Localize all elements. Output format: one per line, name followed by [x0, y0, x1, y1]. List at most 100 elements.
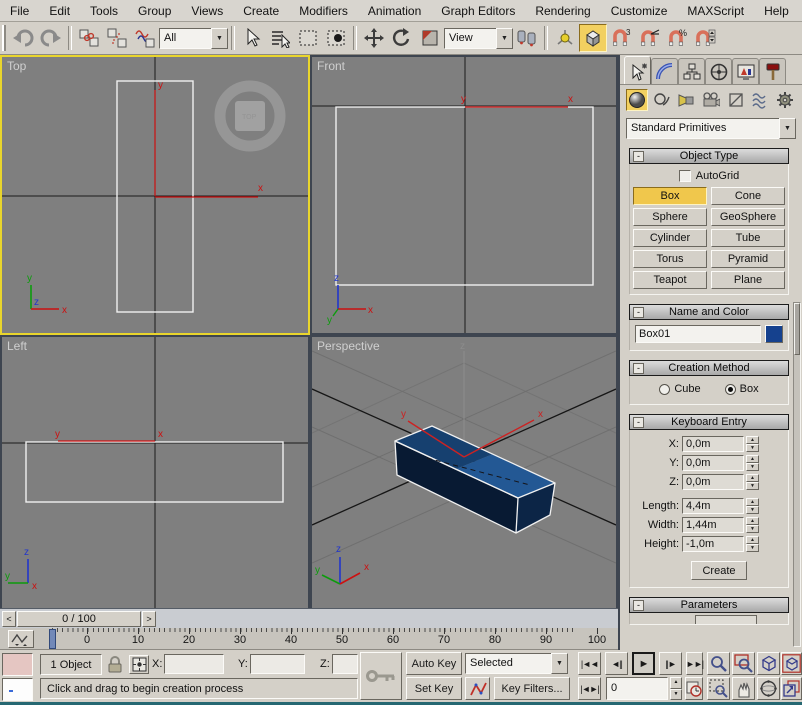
select-object-button[interactable] [238, 24, 266, 52]
category-systems[interactable] [774, 89, 796, 111]
tab-display[interactable] [732, 58, 759, 84]
primitive-button-cone[interactable]: Cone [711, 187, 785, 205]
menu-group[interactable]: Group [128, 1, 181, 21]
snap-toggle-3d-button[interactable]: 3 [607, 24, 635, 52]
menu-customize[interactable]: Customize [601, 1, 678, 21]
select-and-move-button[interactable] [360, 24, 388, 52]
menu-views[interactable]: Views [181, 1, 233, 21]
primitive-button-sphere[interactable]: Sphere [633, 208, 707, 226]
use-pivot-point-center-button[interactable] [513, 24, 541, 52]
bind-to-spacewarp-button[interactable] [131, 24, 159, 52]
scrollbar-handle[interactable] [794, 303, 800, 355]
key-filters-button[interactable]: Key Filters... [494, 677, 570, 700]
coord-y-field[interactable] [250, 654, 305, 674]
category-shapes[interactable] [651, 89, 673, 111]
menu-help[interactable]: Help [754, 1, 799, 21]
menu-tools[interactable]: Tools [80, 1, 128, 21]
reference-coordinate-system-dropdown[interactable]: View ▼ [444, 28, 513, 49]
primitives-category-dropdown[interactable]: Standard Primitives ▼ [626, 118, 796, 139]
default-in-out-tangents-button[interactable] [465, 677, 490, 700]
viewport-front[interactable]: Front y x z x y [312, 57, 616, 333]
category-geometry[interactable] [626, 89, 648, 111]
maxscript-listener-box[interactable] [2, 678, 33, 701]
primitive-button-tube[interactable]: Tube [711, 229, 785, 247]
category-cameras[interactable] [700, 89, 722, 111]
min-max-toggle-button[interactable] [781, 677, 802, 700]
frame-spinner[interactable]: ▲▼ [670, 677, 682, 700]
rectangular-selection-region-button[interactable] [294, 24, 322, 52]
category-space-warps[interactable] [750, 89, 772, 111]
rollout-parameters-header[interactable]: - Parameters [629, 597, 789, 613]
ke-height-field[interactable]: -1,0m [682, 536, 744, 552]
ke-length-field[interactable]: 4,4m [682, 498, 744, 514]
viewport-perspective[interactable]: Perspective z [312, 337, 616, 608]
zoom-all-button[interactable] [732, 652, 755, 675]
time-slider-prev-button[interactable]: < [2, 611, 16, 627]
ke-z-spinner[interactable]: ▲▼ [746, 474, 759, 490]
command-panel-scrollbar[interactable] [793, 302, 801, 647]
macro-recorder-box[interactable] [2, 653, 33, 676]
zoom-extents-all-button[interactable] [781, 652, 802, 675]
ke-height-spinner[interactable]: ▲▼ [746, 536, 759, 552]
zoom-extents-button[interactable] [757, 652, 780, 675]
primitive-button-geosphere[interactable]: GeoSphere [711, 208, 785, 226]
key-filter-set-dropdown[interactable]: Selected ▼ [465, 653, 568, 674]
absolute-offset-mode-toggle[interactable] [129, 655, 149, 674]
primitive-button-pyramid[interactable]: Pyramid [711, 250, 785, 268]
viewport-left[interactable]: Left y x z y x [2, 337, 308, 608]
track-bar-ruler[interactable]: 0 10 20 30 40 50 60 70 80 90 100 [35, 628, 618, 650]
selection-lock-toggle[interactable] [107, 656, 123, 674]
current-frame-marker[interactable] [49, 629, 56, 649]
mini-curve-editor-button[interactable] [8, 630, 34, 648]
next-frame-button[interactable]: ||► [659, 652, 682, 675]
spinner-snap-toggle-button[interactable] [691, 24, 719, 52]
primitive-button-cylinder[interactable]: Cylinder [633, 229, 707, 247]
select-and-scale-button[interactable] [416, 24, 444, 52]
ke-x-spinner[interactable]: ▲▼ [746, 436, 759, 452]
percent-snap-toggle-button[interactable]: % [663, 24, 691, 52]
tab-create[interactable] [624, 56, 651, 84]
tab-utilities[interactable] [759, 58, 786, 84]
key-mode-toggle-button[interactable]: |◄►| [578, 677, 601, 700]
category-lights[interactable] [675, 89, 697, 111]
primitive-button-teapot[interactable]: Teapot [633, 271, 707, 289]
tab-hierarchy[interactable] [678, 58, 705, 84]
menu-maxscript[interactable]: MAXScript [677, 1, 754, 21]
select-and-manipulate-button[interactable] [551, 24, 579, 52]
ke-length-spinner[interactable]: ▲▼ [746, 498, 759, 514]
object-name-field[interactable]: Box01 [635, 325, 761, 343]
coord-x-field[interactable] [164, 654, 224, 674]
time-slider-handle[interactable]: 0 / 100 [17, 611, 141, 627]
previous-frame-button[interactable]: ◄|| [605, 652, 628, 675]
coord-z-field[interactable] [332, 654, 358, 674]
current-frame-field[interactable]: 0 [606, 677, 668, 700]
primitive-button-plane[interactable]: Plane [711, 271, 785, 289]
set-keys-button[interactable] [360, 652, 402, 700]
select-and-link-button[interactable] [75, 24, 103, 52]
ke-z-field[interactable]: 0,0m [682, 474, 744, 490]
menu-rendering[interactable]: Rendering [525, 1, 600, 21]
rollout-name-color-header[interactable]: - Name and Color [629, 304, 789, 320]
rollout-keyboard-entry-header[interactable]: - Keyboard Entry [629, 414, 789, 430]
select-and-rotate-button[interactable] [388, 24, 416, 52]
unlink-selection-button[interactable] [103, 24, 131, 52]
create-button[interactable]: Create [691, 561, 747, 580]
primitive-button-torus[interactable]: Torus [633, 250, 707, 268]
region-zoom-button[interactable] [707, 677, 730, 700]
menu-modifiers[interactable]: Modifiers [289, 1, 358, 21]
set-key-button[interactable]: Set Key [406, 677, 462, 700]
tab-modify[interactable] [651, 58, 678, 84]
creation-method-box-option[interactable]: Box [725, 383, 759, 395]
zoom-button[interactable] [707, 652, 730, 675]
viewport-top[interactable]: Top TOP y x y x z [0, 55, 310, 335]
primitive-button-box[interactable]: Box [633, 187, 707, 205]
object-color-swatch[interactable] [765, 325, 783, 343]
creation-method-cube-option[interactable]: Cube [659, 383, 700, 395]
angle-snap-toggle-button[interactable] [635, 24, 663, 52]
menu-create[interactable]: Create [233, 1, 289, 21]
ke-y-field[interactable]: 0,0m [682, 455, 744, 471]
menu-graph-editors[interactable]: Graph Editors [431, 1, 525, 21]
time-configuration-button[interactable] [685, 677, 703, 700]
time-slider-next-button[interactable]: > [142, 611, 156, 627]
tab-motion[interactable] [705, 58, 732, 84]
